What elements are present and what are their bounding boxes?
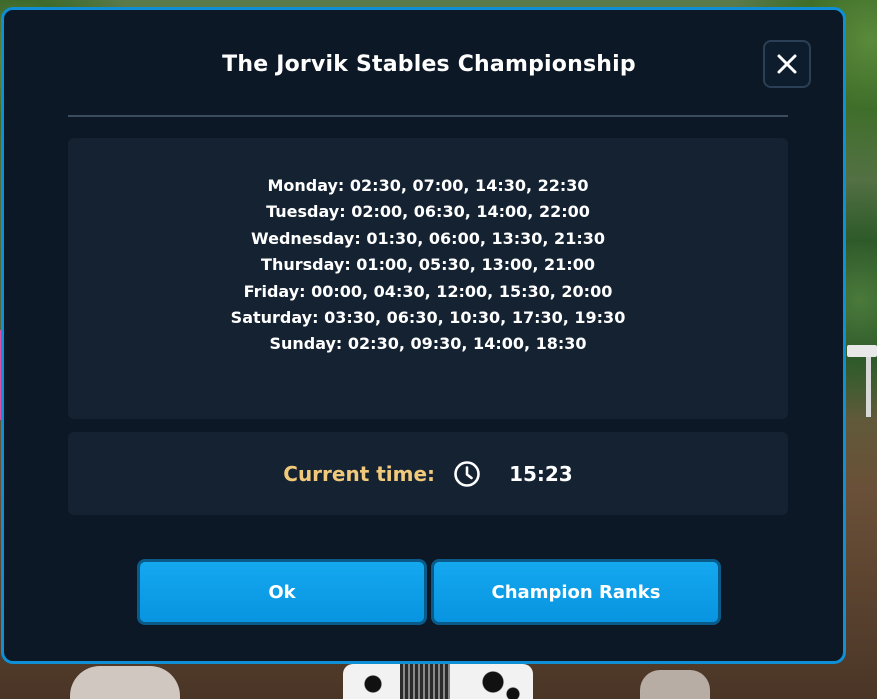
background-character [70,666,180,699]
clock-icon [453,460,481,488]
current-time-value: 15:23 [509,461,573,486]
schedule-friday: Friday: 00:00, 04:30, 12:00, 15:30, 20:0… [243,281,613,301]
background-fence [847,345,877,357]
current-time-panel: Current time: 15:23 [68,432,788,515]
background-horse-mane [400,664,450,699]
game-scene: The Jorvik Stables Championship Monday: … [0,0,877,699]
schedule-list: Monday: 02:30, 07:00, 14:30, 22:30 Tuesd… [68,173,788,358]
close-icon [776,53,798,75]
dialog-title: The Jorvik Stables Championship [222,52,636,77]
schedule-monday: Monday: 02:30, 07:00, 14:30, 22:30 [267,176,589,195]
background-character [640,670,710,699]
title-divider [68,115,788,117]
current-time-label: Current time: [283,461,436,486]
schedule-thursday: Thursday: 01:00, 05:30, 13:00, 21:00 [261,255,595,275]
ok-button[interactable]: Ok [137,559,427,625]
champion-ranks-button[interactable]: Champion Ranks [431,559,721,625]
close-button[interactable] [763,40,811,88]
schedule-sunday: Sunday: 02:30, 09:30, 14:00, 18:30 [269,334,587,354]
background-fence-post [866,357,871,417]
championship-dialog: The Jorvik Stables Championship Monday: … [1,7,846,664]
schedule-panel: Monday: 02:30, 07:00, 14:30, 22:30 Tuesd… [68,138,788,419]
schedule-tuesday: Tuesday: 02:00, 06:30, 14:00, 22:00 [266,202,590,222]
schedule-wednesday: Wednesday: 01:30, 06:00, 13:30, 21:30 [251,228,605,248]
schedule-saturday: Saturday: 03:30, 06:30, 10:30, 17:30, 19… [230,307,626,327]
